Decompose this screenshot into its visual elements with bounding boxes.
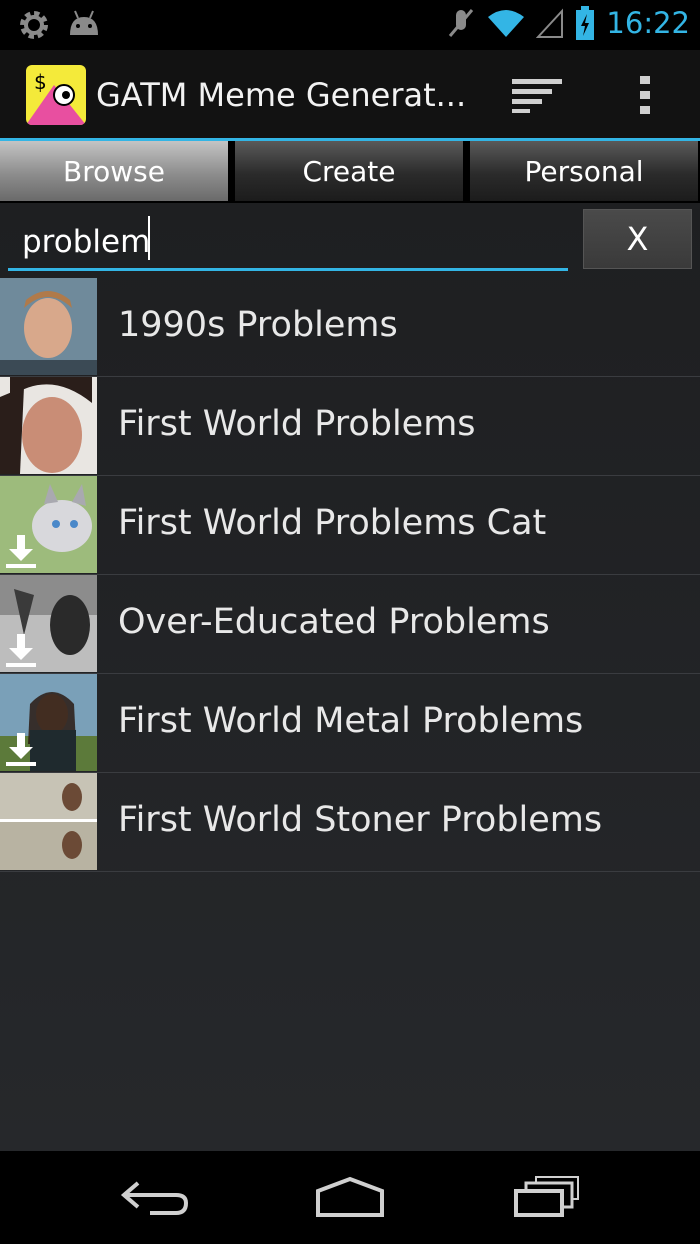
list-item[interactable]: Over-Educated Problems: [0, 575, 700, 674]
meme-thumbnail: [0, 674, 97, 771]
tab-label: Create: [302, 154, 396, 188]
sort-icon[interactable]: [508, 77, 564, 113]
action-bar: $ GATM Meme Generat...: [0, 50, 700, 138]
content-area: X 1990s Problems: [0, 203, 700, 1151]
search-input[interactable]: [8, 215, 568, 271]
tab-label: Browse: [63, 154, 165, 188]
wifi-icon: [488, 10, 525, 37]
app-logo-icon[interactable]: $: [26, 65, 86, 125]
mute-icon: [449, 9, 474, 37]
signal-icon: [536, 8, 564, 38]
meme-thumbnail: [0, 278, 97, 375]
list-item[interactable]: First World Problems: [0, 377, 700, 476]
list-item[interactable]: First World Metal Problems: [0, 674, 700, 773]
meme-thumbnail: [0, 773, 97, 870]
item-label: First World Metal Problems: [118, 701, 584, 741]
clear-search-button[interactable]: X: [583, 209, 692, 269]
home-icon[interactable]: [314, 1175, 386, 1219]
tab-bar: Browse Create Personal: [0, 141, 700, 203]
clock: 16:22: [606, 6, 690, 40]
results-list: 1990s Problems First World Problems Firs…: [0, 278, 700, 872]
meme-thumbnail: [0, 575, 97, 672]
tab-browse[interactable]: Browse: [0, 141, 230, 201]
meme-thumbnail: [0, 377, 97, 474]
clear-label: X: [626, 220, 649, 258]
meme-thumbnail: [0, 476, 97, 573]
recent-apps-icon[interactable]: [512, 1175, 582, 1219]
item-label: First World Problems Cat: [118, 503, 547, 543]
item-label: Over-Educated Problems: [118, 602, 550, 642]
item-label: 1990s Problems: [118, 305, 398, 345]
text-caret: [148, 216, 150, 260]
app-title: GATM Meme Generat...: [96, 76, 467, 114]
back-icon[interactable]: [120, 1175, 190, 1219]
item-label: First World Problems: [118, 404, 476, 444]
status-bar: 16:22: [0, 0, 700, 50]
settings-icon: [20, 11, 48, 39]
navigation-bar: [0, 1151, 700, 1244]
tab-create[interactable]: Create: [235, 141, 465, 201]
download-icon: [6, 634, 36, 667]
list-item[interactable]: 1990s Problems: [0, 278, 700, 377]
overflow-menu-icon[interactable]: [636, 74, 654, 116]
tab-personal[interactable]: Personal: [470, 141, 700, 201]
list-item[interactable]: First World Stoner Problems: [0, 773, 700, 872]
battery-charging-icon: [576, 6, 595, 40]
tab-label: Personal: [524, 154, 644, 188]
android-icon: [70, 10, 98, 35]
item-label: First World Stoner Problems: [118, 800, 603, 840]
list-item[interactable]: First World Problems Cat: [0, 476, 700, 575]
download-icon: [6, 733, 36, 766]
svg-text:$: $: [34, 70, 47, 94]
download-icon: [6, 535, 36, 568]
